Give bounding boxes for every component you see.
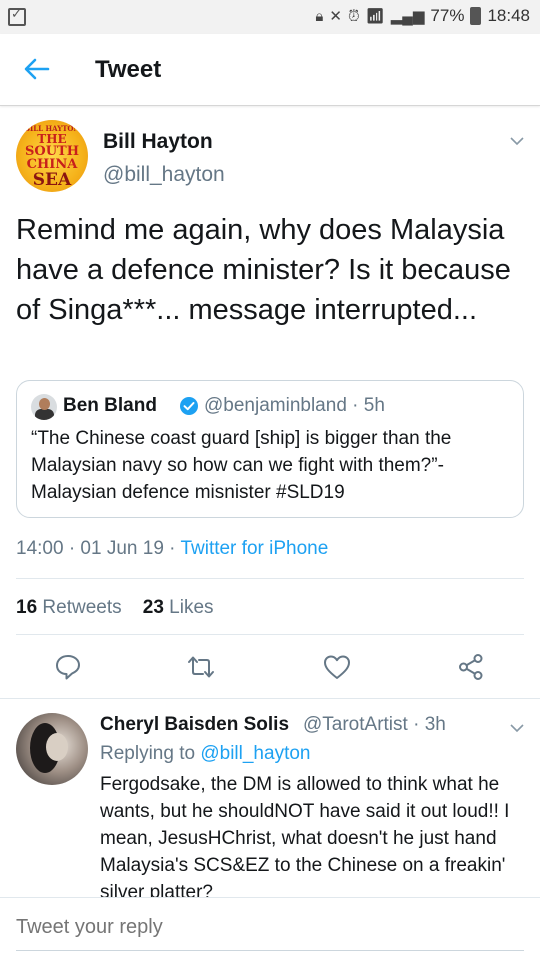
page-title: Tweet	[95, 56, 162, 83]
input-underline	[16, 950, 524, 951]
replying-to-label: Replying to	[100, 743, 201, 764]
avatar-logo-text: SEA	[32, 170, 72, 190]
quoted-tweet-text: “The Chinese coast guard [ship] is bigge…	[31, 428, 452, 503]
battery-icon	[470, 7, 482, 25]
signal-icon: ▂▄▆	[390, 8, 425, 25]
clock: 18:48	[487, 6, 530, 25]
status-bar: 🔒︎ ✕ ⏰︎ 📶︎ ▂▄▆ 77% 18:48	[0, 0, 540, 34]
reply-icon[interactable]	[53, 652, 83, 682]
replying-to-handle[interactable]: @bill_hayton	[200, 743, 310, 764]
reply-author-name[interactable]: Cheryl Baisden Solis	[100, 714, 289, 736]
mute-icon: ✕	[329, 8, 342, 25]
lock-icon: 🔒︎	[315, 7, 324, 25]
reply-author-handle[interactable]: @TarotArtist · 3h	[303, 714, 446, 736]
share-icon[interactable]	[456, 652, 486, 682]
retweet-icon[interactable]	[186, 652, 216, 682]
divider	[0, 698, 540, 699]
chevron-down-icon[interactable]	[509, 720, 525, 736]
reply-author-avatar[interactable]	[16, 713, 88, 785]
divider	[16, 634, 524, 635]
tweet-source-link[interactable]: Twitter for iPhone	[180, 538, 328, 559]
tweet-stats: 16 Retweets 23 Likes	[16, 597, 214, 619]
alarm-icon: ⏰︎	[347, 7, 360, 25]
quoted-author-handle: @benjaminbland · 5h	[204, 395, 385, 416]
quoted-tweet-card[interactable]: Ben Bland @benjaminbland · 5h “The Chine…	[16, 380, 524, 518]
divider	[16, 578, 524, 579]
reply-compose-bar	[0, 897, 540, 960]
retweets-label[interactable]: Retweets	[42, 597, 121, 618]
notification-icon	[8, 6, 26, 31]
back-arrow-icon[interactable]	[20, 52, 54, 86]
wifi-icon: 📶︎	[365, 8, 385, 25]
likes-label[interactable]: Likes	[169, 597, 213, 618]
like-heart-icon[interactable]	[322, 652, 352, 682]
tweet-meta: 14:00 · 01 Jun 19 · Twitter for iPhone	[16, 538, 328, 560]
retweets-count[interactable]: 16	[16, 597, 37, 618]
reply-input[interactable]	[16, 916, 281, 939]
author-handle[interactable]: @bill_hayton	[103, 163, 225, 187]
tweet-actions	[0, 650, 540, 686]
quoted-author-name: Ben Bland	[63, 395, 157, 416]
likes-count[interactable]: 23	[143, 597, 164, 618]
author-name[interactable]: Bill Hayton	[103, 130, 213, 154]
verified-badge-icon	[180, 397, 198, 415]
status-icons: 🔒︎ ✕ ⏰︎ 📶︎ ▂▄▆ 77% 18:48	[315, 6, 530, 26]
reply-text: Fergodsake, the DM is allowed to think w…	[100, 774, 510, 897]
replying-to: Replying to @bill_hayton	[100, 743, 310, 765]
chevron-down-icon[interactable]	[509, 133, 525, 149]
reply-tweet[interactable]: Cheryl Baisden Solis @TarotArtist · 3h R…	[0, 700, 540, 897]
author-avatar[interactable]: BILL HAYTON THE SOUTH CHINA SEA	[16, 120, 88, 192]
tweet-timestamp: 14:00 · 01 Jun 19 ·	[16, 538, 181, 559]
top-bar: Tweet	[0, 34, 540, 106]
battery-percent: 77%	[430, 6, 465, 25]
tweet-text: Remind me again, why does Malaysia have …	[16, 214, 511, 326]
quoted-author-avatar	[31, 394, 57, 420]
